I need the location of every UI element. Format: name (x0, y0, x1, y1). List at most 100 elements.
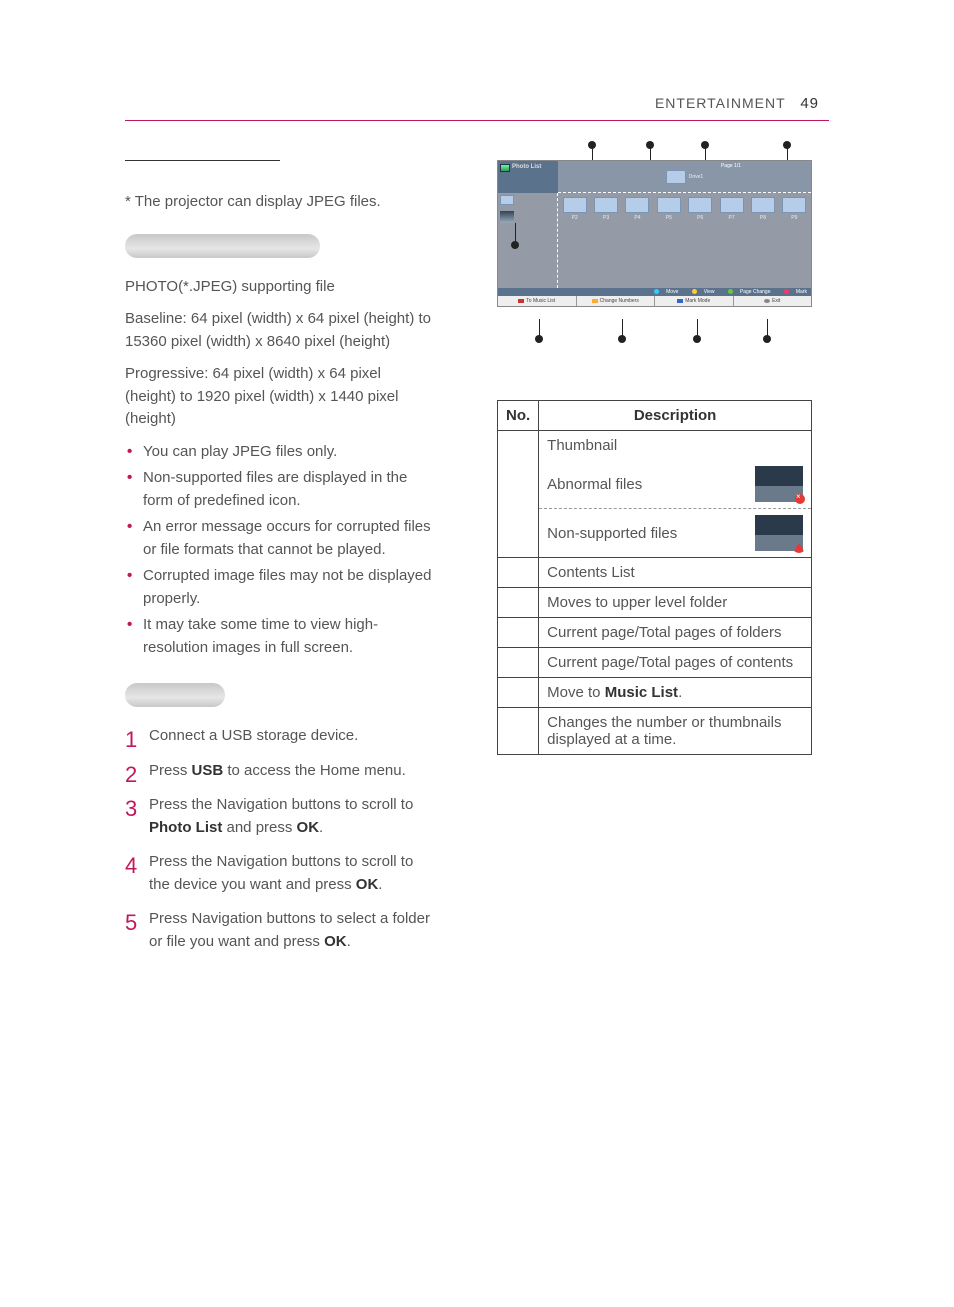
no-cell (498, 588, 539, 618)
cell-text: Move to (547, 684, 605, 701)
callout-thumb (515, 223, 516, 245)
callout-line (767, 319, 768, 339)
btn-label: Exit (772, 298, 780, 304)
folder-label: P5 (666, 215, 672, 221)
mock-grid: P2 P3 P4 P5 P6 P7 P8 P9 (558, 193, 811, 288)
section-pill-1 (125, 234, 320, 258)
bullet-item: An error message occurs for corrupted fi… (125, 516, 435, 561)
folder-cell: P4 (623, 197, 652, 284)
abnormal-thumb-icon (755, 466, 803, 502)
no-cell (498, 648, 539, 678)
folder-label: P3 (603, 215, 609, 221)
bold-photolist: Photo List (149, 819, 222, 836)
btn-label: Change Numbers (600, 298, 639, 304)
folder-label: P8 (760, 215, 766, 221)
callout-line (622, 319, 623, 339)
row-upper: Moves to upper level folder (539, 588, 812, 618)
notes-list: You can play JPEG files only. Non-suppor… (125, 441, 435, 660)
step-text: Press Navigation buttons to select a fol… (149, 910, 430, 950)
mock-hints: Move View Page Change Mark (498, 288, 811, 296)
bold-musiclist: Music List (605, 684, 678, 701)
callout-line (697, 319, 698, 339)
btn-label: To Music List (526, 298, 555, 304)
mark-mode-button: Mark Mode (655, 296, 734, 306)
error-x-icon (795, 494, 805, 504)
page-number: 49 (800, 95, 819, 112)
to-music-list-button: To Music List (498, 296, 577, 306)
row-nonsupported: Non-supported files (539, 509, 812, 558)
bold-ok: OK (297, 819, 320, 836)
jpeg-footnote: * The projector can display JPEG files. (125, 191, 435, 214)
folder-cell: P9 (780, 197, 809, 284)
step-text: Press the Navigation buttons to scroll t… (149, 796, 413, 813)
btn-label: Mark Mode (685, 298, 710, 304)
photo-list-mockup: .callout::after{ top:-4px; } .callout-b:… (497, 160, 812, 360)
cell-text: Abnormal files (547, 476, 642, 493)
cell-text: . (678, 684, 682, 701)
folder-cell: P8 (748, 197, 777, 284)
callout-line (539, 319, 540, 339)
right-column: .callout::after{ top:-4px; } .callout-b:… (480, 160, 829, 965)
folder-label: P6 (697, 215, 703, 221)
thumbnail-icon (500, 211, 514, 223)
th-description: Description (539, 401, 812, 431)
mock-path-label: Drive1 (689, 174, 703, 180)
hint-mark: Mark (796, 289, 807, 295)
step-text: and press (222, 819, 296, 836)
row-abnormal: Abnormal files (539, 460, 812, 509)
th-no: No. (498, 401, 539, 431)
folder-cell: P2 (560, 197, 589, 284)
row-thumbnail: Thumbnail (539, 431, 812, 461)
hint-move: Move (666, 289, 678, 295)
change-numbers-button: Change Numbers (577, 296, 656, 306)
folder-icon (666, 170, 686, 184)
row-contents: Contents List (539, 558, 812, 588)
hint-view: View (704, 289, 715, 295)
step-text: to access the Home menu. (223, 762, 406, 779)
description-table: No. Description Thumbnail Abnormal files (497, 400, 812, 755)
photo-list-icon (500, 164, 510, 172)
folder-label: P7 (729, 215, 735, 221)
cell-text: Non-supported files (547, 525, 677, 542)
no-cell (498, 678, 539, 708)
mock-path: Page 1/1 Drive1 (558, 161, 811, 193)
folder-cell: P5 (654, 197, 683, 284)
step-2: Press USB to access the Home menu. (125, 760, 435, 783)
exit-button: Exit (734, 296, 812, 306)
bullet-item: It may take some time to view high-resol… (125, 614, 435, 659)
bold-usb: USB (192, 762, 224, 779)
folder-icon (500, 195, 514, 205)
row-change-num: Changes the number or thumbnails display… (539, 708, 812, 755)
header-divider (125, 120, 829, 121)
step-1: Connect a USB storage device. (125, 725, 435, 748)
row-pages-contents: Current page/Total pages of contents (539, 648, 812, 678)
step-text: Press (149, 762, 192, 779)
short-rule (125, 160, 280, 161)
row-musiclist: Move to Music List. (539, 678, 812, 708)
left-column: * The projector can display JPEG files. … (125, 160, 435, 965)
no-cell (498, 618, 539, 648)
step-3: Press the Navigation buttons to scroll t… (125, 794, 435, 839)
row-pages-folders: Current page/Total pages of folders (539, 618, 812, 648)
spec-line3: Progressive: 64 pixel (width) x 64 pixel… (125, 363, 435, 431)
mock-title: Photo List (498, 161, 558, 193)
mock-sidebar (498, 193, 558, 288)
step-text: Connect a USB storage device. (149, 727, 358, 744)
bullet-item: Non-supported files are displayed in the… (125, 467, 435, 512)
mock-pagetop: Page 1/1 (721, 163, 741, 169)
page-header: ENTERTAINMENT 49 (655, 95, 819, 112)
no-cell (498, 708, 539, 755)
folder-label: P2 (572, 215, 578, 221)
mock-bottom-bar: To Music List Change Numbers Mark Mode E… (498, 296, 811, 306)
spec-line2: Baseline: 64 pixel (width) x 64 pixel (h… (125, 308, 435, 353)
no-cell (498, 431, 539, 558)
step-4: Press the Navigation buttons to scroll t… (125, 851, 435, 896)
bold-ok: OK (324, 933, 347, 950)
folder-cell: P6 (686, 197, 715, 284)
step-text: . (347, 933, 351, 950)
bullet-item: You can play JPEG files only. (125, 441, 435, 464)
section-name: ENTERTAINMENT (655, 95, 785, 111)
warning-icon (793, 543, 805, 553)
folder-label: P4 (634, 215, 640, 221)
mock-title-text: Photo List (512, 164, 541, 170)
